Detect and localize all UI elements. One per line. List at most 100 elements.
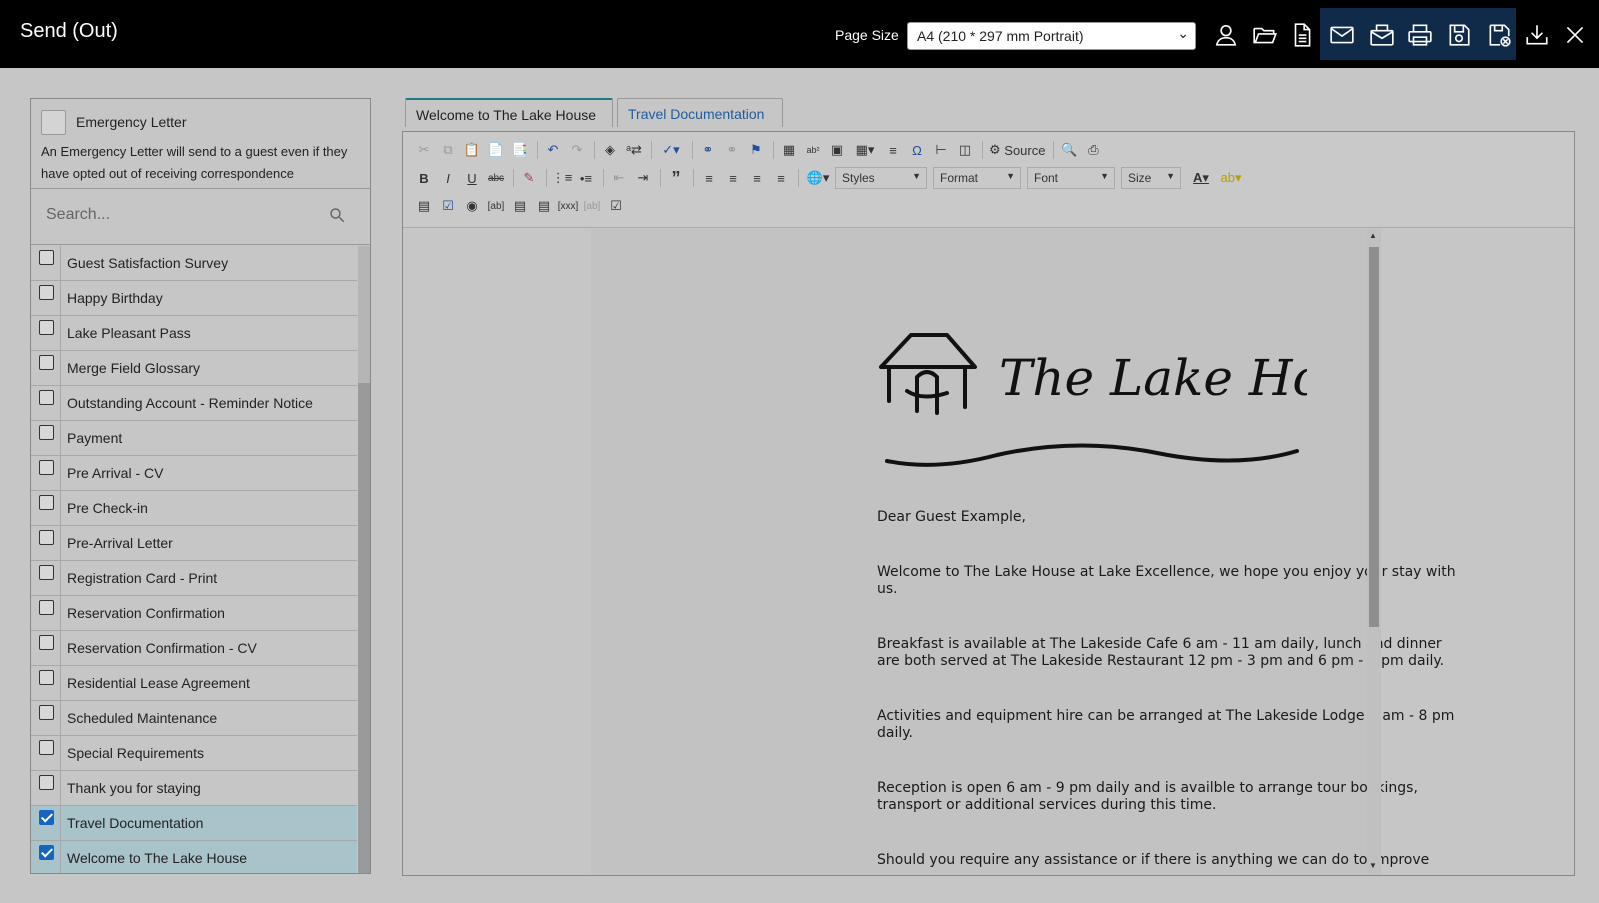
checkbox-icon[interactable]: ☑ xyxy=(437,195,459,217)
styles-combo[interactable]: Styles ▼ xyxy=(835,167,927,189)
undo-icon[interactable]: ↶ xyxy=(542,139,564,161)
text-color-icon[interactable]: A▾ xyxy=(1187,167,1215,189)
letter-checkbox[interactable] xyxy=(39,670,54,685)
document-page[interactable]: The Lake House. Dear Guest Example, Welc… xyxy=(591,229,1456,875)
form-icon[interactable]: ▤ xyxy=(413,195,435,217)
button-field-icon[interactable]: [xxx] xyxy=(557,195,579,217)
letter-checkbox[interactable] xyxy=(39,775,54,790)
align-left-icon[interactable]: ≡ xyxy=(698,167,720,189)
close-icon[interactable] xyxy=(1562,22,1588,48)
radio-icon[interactable]: ◉ xyxy=(461,195,483,217)
select-field-icon[interactable]: ▤ xyxy=(533,195,555,217)
list-item[interactable]: Pre-Arrival Letter xyxy=(31,526,357,561)
emergency-letter-checkbox[interactable] xyxy=(41,110,66,135)
textarea-icon[interactable]: ▤ xyxy=(509,195,531,217)
find-icon[interactable]: ◈ xyxy=(599,139,621,161)
user-icon[interactable] xyxy=(1213,22,1239,48)
spellcheck-icon[interactable]: ✓▾ xyxy=(656,139,686,161)
letter-checkbox[interactable] xyxy=(39,390,54,405)
letter-checkbox[interactable] xyxy=(39,705,54,720)
scroll-up-icon[interactable]: ▲ xyxy=(1369,231,1377,240)
image-button-icon[interactable]: ▣ xyxy=(826,139,848,161)
search-icon[interactable] xyxy=(328,206,346,224)
list-item[interactable]: Reservation Confirmation - CV xyxy=(31,631,357,666)
document-scrollbar-thumb[interactable] xyxy=(1369,247,1379,627)
letter-checkbox[interactable] xyxy=(39,635,54,650)
background-color-icon[interactable]: ab▾ xyxy=(1217,167,1245,189)
letter-checkbox[interactable] xyxy=(39,810,54,825)
folder-open-icon[interactable] xyxy=(1252,22,1278,48)
print-preview-icon[interactable]: ⎙ xyxy=(1082,139,1104,161)
page-size-select[interactable]: A4 (210 * 297 mm Portrait) ⌄ xyxy=(907,22,1196,50)
italic-icon[interactable]: I xyxy=(437,167,459,189)
download-icon[interactable] xyxy=(1524,22,1550,48)
link-icon[interactable]: ⚭ xyxy=(697,139,719,161)
list-item[interactable]: Residential Lease Agreement xyxy=(31,666,357,701)
blockquote-icon[interactable]: ” xyxy=(665,167,687,189)
horizontal-line-icon[interactable]: ≡ xyxy=(882,139,904,161)
letter-checkbox[interactable] xyxy=(39,425,54,440)
table-icon[interactable]: ▦▾ xyxy=(850,139,880,161)
text-field-icon[interactable]: [ab] xyxy=(485,195,507,217)
remove-format-icon[interactable]: ✎ xyxy=(518,167,540,189)
image-field-icon[interactable]: [ab] xyxy=(581,195,603,217)
special-char-icon[interactable]: Ω xyxy=(906,139,928,161)
paste-icon[interactable]: 📋 xyxy=(461,139,483,161)
letter-checkbox[interactable] xyxy=(39,250,54,265)
list-item[interactable]: Merge Field Glossary xyxy=(31,351,357,386)
list-item[interactable]: Registration Card - Print xyxy=(31,561,357,596)
list-scrollbar-thumb[interactable] xyxy=(358,246,370,383)
paste-word-icon[interactable]: 📑 xyxy=(509,139,531,161)
redo-icon[interactable]: ↷ xyxy=(566,139,588,161)
numbered-list-icon[interactable]: ⋮≡ xyxy=(551,167,573,189)
list-item[interactable]: Special Requirements xyxy=(31,736,357,771)
list-item[interactable]: Scheduled Maintenance xyxy=(31,701,357,736)
strikethrough-icon[interactable]: abc xyxy=(485,167,507,189)
anchor-flag-icon[interactable]: ⚑ xyxy=(745,139,767,161)
letter-checkbox[interactable] xyxy=(39,845,54,860)
letter-checkbox[interactable] xyxy=(39,355,54,370)
letter-checkbox[interactable] xyxy=(39,565,54,580)
align-right-icon[interactable]: ≡ xyxy=(746,167,768,189)
save-close-icon[interactable] xyxy=(1486,22,1512,48)
replace-icon[interactable]: ᵃ⇄ xyxy=(623,139,645,161)
outdent-icon[interactable]: ⇤ xyxy=(608,167,630,189)
list-item[interactable]: Reservation Confirmation xyxy=(31,596,357,631)
letter-checkbox[interactable] xyxy=(39,460,54,475)
cut-icon[interactable]: ✂ xyxy=(413,139,435,161)
print-icon[interactable] xyxy=(1407,22,1433,48)
source-button[interactable]: ⚙ Source xyxy=(987,139,1047,161)
tab-travel-documentation[interactable]: Travel Documentation xyxy=(617,98,783,127)
align-center-icon[interactable]: ≡ xyxy=(722,167,744,189)
flash-icon[interactable]: ab² xyxy=(802,139,824,161)
copy-icon[interactable]: ⧉ xyxy=(437,139,459,161)
tab-welcome-lake-house[interactable]: Welcome to The Lake House xyxy=(405,98,613,127)
page-break-icon[interactable]: ⊢ xyxy=(930,139,952,161)
list-item[interactable]: Happy Birthday xyxy=(31,281,357,316)
bulleted-list-icon[interactable]: •≡ xyxy=(575,167,597,189)
list-item[interactable]: Pre Check-in xyxy=(31,491,357,526)
size-combo[interactable]: Size ▼ xyxy=(1121,167,1181,189)
list-item[interactable]: Travel Documentation xyxy=(31,806,357,841)
list-item[interactable]: Payment xyxy=(31,421,357,456)
paste-text-icon[interactable]: 📄 xyxy=(485,139,507,161)
search-box[interactable]: Search... xyxy=(31,189,370,245)
email-attachment-icon[interactable] xyxy=(1369,22,1395,48)
scroll-down-icon[interactable]: ▼ xyxy=(1369,861,1377,870)
email-icon[interactable] xyxy=(1329,22,1355,48)
letter-checkbox[interactable] xyxy=(39,285,54,300)
letter-checkbox[interactable] xyxy=(39,530,54,545)
letter-checkbox[interactable] xyxy=(39,320,54,335)
document-icon[interactable] xyxy=(1289,22,1315,48)
indent-icon[interactable]: ⇥ xyxy=(632,167,654,189)
preview-icon[interactable]: 🔍 xyxy=(1058,139,1080,161)
save-icon[interactable] xyxy=(1446,22,1472,48)
hidden-field-icon[interactable]: ☑ xyxy=(605,195,627,217)
list-item[interactable]: Welcome to The Lake House xyxy=(31,841,357,873)
language-icon[interactable]: 🌐▾ xyxy=(803,167,833,189)
bold-icon[interactable]: B xyxy=(413,167,435,189)
list-item[interactable]: Thank you for staying xyxy=(31,771,357,806)
letter-checkbox[interactable] xyxy=(39,600,54,615)
list-item[interactable]: Outstanding Account - Reminder Notice xyxy=(31,386,357,421)
image-icon[interactable]: ▦ xyxy=(778,139,800,161)
